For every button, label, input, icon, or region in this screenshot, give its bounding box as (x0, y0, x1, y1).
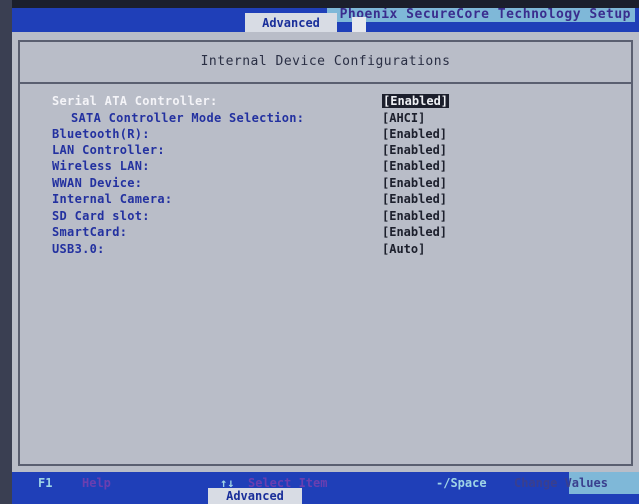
setting-row-sata-mode[interactable]: SATA Controller Mode Selection: [AHCI] (12, 111, 639, 127)
bottom-tab-advanced[interactable]: Advanced (208, 488, 302, 504)
setting-value[interactable]: [Auto] (382, 242, 425, 256)
help-desc: Help (82, 476, 111, 490)
setting-value[interactable]: [AHCI] (382, 111, 425, 125)
setting-label: Internal Camera: (52, 192, 173, 206)
setting-value[interactable]: [Enabled] (382, 209, 447, 223)
setting-label: USB3.0: (52, 242, 105, 256)
setting-row-serial-ata[interactable]: Serial ATA Controller: [Enabled] (12, 94, 639, 110)
space-key: -/Space (436, 476, 487, 490)
setting-row-sd-card[interactable]: SD Card slot: [Enabled] (12, 209, 639, 225)
setting-value[interactable]: [Enabled] (382, 192, 447, 206)
setting-row-lan[interactable]: LAN Controller: [Enabled] (12, 143, 639, 159)
setting-label: SmartCard: (52, 225, 128, 239)
setting-label: Bluetooth(R): (52, 127, 150, 141)
change-values-desc: Change Values (514, 476, 608, 490)
setup-title: Phoenix SecureCore Technology Setup (327, 8, 635, 22)
setting-value[interactable]: [Enabled] (382, 94, 450, 108)
setting-value[interactable]: [Enabled] (382, 127, 447, 141)
screen-top-edge (0, 0, 639, 8)
top-menu-bar: Phoenix SecureCore Technology Setup Adva… (12, 8, 639, 32)
setting-row-usb3[interactable]: USB3.0: [Auto] (12, 242, 639, 258)
tab-advanced[interactable]: Advanced (245, 13, 337, 32)
setting-row-bluetooth[interactable]: Bluetooth(R): [Enabled] (12, 127, 639, 143)
panel-title: Internal Device Configurations (200, 54, 451, 69)
setting-label: SD Card slot: (52, 209, 150, 223)
settings-panel: Internal Device Configurations Serial AT… (12, 32, 639, 472)
setting-label: Serial ATA Controller: (52, 94, 218, 108)
setting-label: SATA Controller Mode Selection: (71, 111, 305, 125)
setting-row-smartcard[interactable]: SmartCard: [Enabled] (12, 225, 639, 241)
panel-divider (20, 82, 631, 84)
help-key: F1 (38, 476, 53, 490)
tab-next[interactable] (352, 17, 366, 32)
screen-left-edge (0, 0, 12, 504)
setting-row-wireless-lan[interactable]: Wireless LAN: [Enabled] (12, 159, 639, 175)
setting-row-internal-camera[interactable]: Internal Camera: [Enabled] (12, 192, 639, 208)
setting-value[interactable]: [Enabled] (382, 143, 447, 157)
setting-value[interactable]: [Enabled] (382, 225, 447, 239)
setting-label: Wireless LAN: (52, 159, 150, 173)
setting-value[interactable]: [Enabled] (382, 176, 447, 190)
setting-label: WWAN Device: (52, 176, 143, 190)
setting-value[interactable]: [Enabled] (382, 159, 447, 173)
bottom-help-bar: F1 Help ↑↓ Select Item -/Space Change Va… (12, 472, 639, 504)
setting-label: LAN Controller: (52, 143, 165, 157)
setting-row-wwan[interactable]: WWAN Device: [Enabled] (12, 176, 639, 192)
